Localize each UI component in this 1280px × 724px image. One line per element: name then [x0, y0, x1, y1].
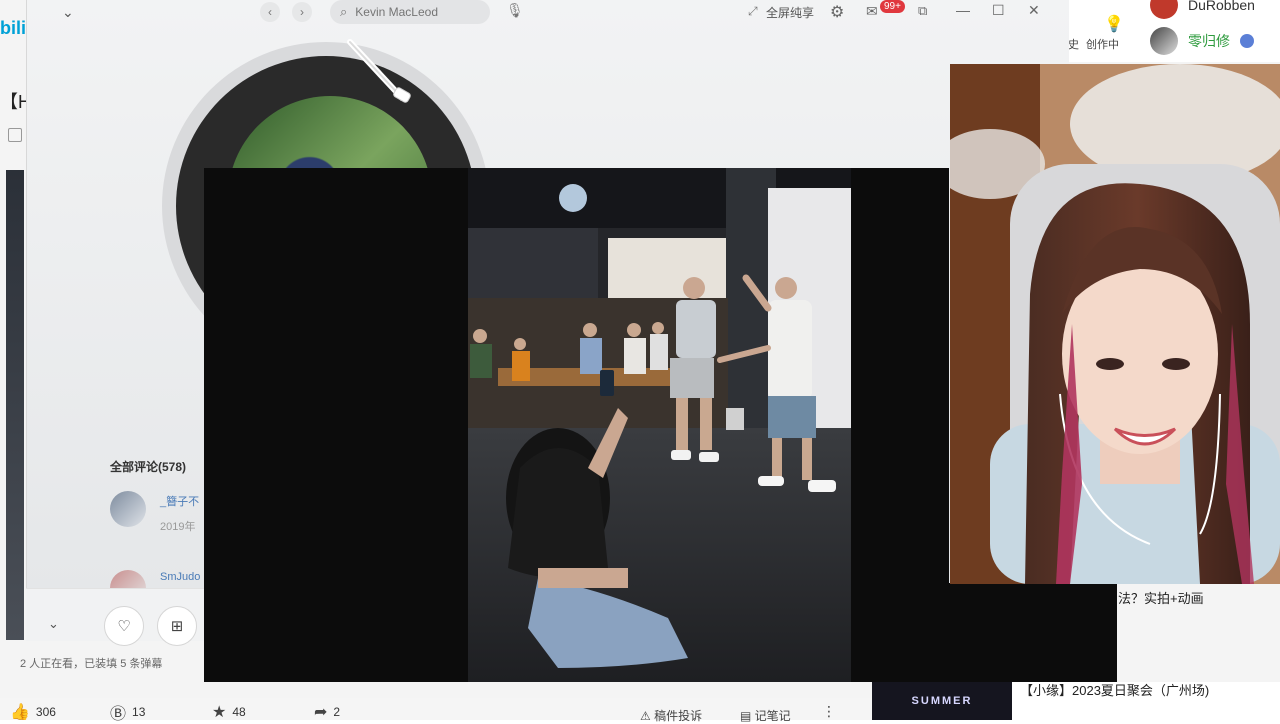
report-button[interactable]: ⚠ 稿件投诉 — [640, 707, 702, 724]
streamer-webcam — [950, 64, 1280, 584]
recommended-video-thumbnail[interactable]: SUMMER — [872, 682, 1012, 720]
creator-center-label[interactable]: 创作中 — [1086, 36, 1119, 52]
like-song-button[interactable]: ♡ — [104, 606, 144, 646]
report-label: 稿件投诉 — [654, 709, 703, 723]
more-options-icon[interactable]: ⋮ — [822, 703, 836, 720]
chevron-down-icon[interactable]: ⌄ — [62, 4, 78, 20]
user-row[interactable]: DuRobben — [1150, 0, 1255, 20]
avatar[interactable] — [110, 491, 146, 527]
search-input[interactable] — [353, 4, 478, 20]
heart-icon: ♡ — [117, 618, 131, 635]
user-row[interactable]: 零归修 — [1150, 26, 1254, 56]
notes-label: 记笔记 — [754, 709, 791, 723]
back-button[interactable]: ‹ — [260, 2, 280, 22]
maximize-icon[interactable]: ☐ — [992, 2, 1005, 19]
image-viewer-overlay-extension — [949, 583, 1117, 682]
mail-badge: 99+ — [880, 0, 905, 13]
close-icon[interactable]: ✕ — [1028, 2, 1040, 19]
dance-photo — [468, 168, 851, 682]
fullscreen-icon[interactable]: ⤢ — [748, 4, 758, 19]
verified-badge-icon — [1240, 34, 1254, 48]
add-icon: ⊞ — [170, 618, 184, 635]
bilibili-logo[interactable]: bili — [0, 18, 28, 48]
video-thumbnail-strip — [6, 170, 24, 640]
playlist-icon — [8, 128, 22, 142]
recommended-video-title[interactable]: 【小缘】2023夏日聚会（广州场) — [1020, 682, 1240, 700]
mail-icon[interactable]: ✉ — [866, 3, 878, 20]
share-count: 2 — [333, 705, 341, 719]
comment-author[interactable]: SmJudo — [160, 571, 200, 583]
avatar — [1150, 0, 1178, 19]
viewer-status-text: 2 人正在看，已装填 5 条弹幕 — [20, 658, 163, 670]
comments-header: 全部评论(578) — [110, 460, 187, 474]
recommended-video-title[interactable]: 法？实拍+动画 — [1118, 588, 1204, 607]
add-to-playlist-button[interactable]: ⊞ — [157, 606, 197, 646]
search-box[interactable]: ⌕ — [330, 0, 490, 24]
header-history-label[interactable]: 史 — [1068, 36, 1079, 52]
like-button[interactable]: 👍 306 — [10, 703, 56, 721]
coin-button[interactable]: Ⓑ 13 — [110, 703, 146, 723]
user-name: DuRobben — [1188, 0, 1255, 13]
fullscreen-label[interactable]: 全屏纯享 — [766, 4, 814, 21]
star-icon: ★ — [212, 704, 227, 721]
microphone-icon[interactable]: 🎙 — [506, 2, 524, 19]
share-icon: ➦ — [314, 704, 328, 721]
search-icon: ⌕ — [340, 4, 348, 19]
mini-mode-icon[interactable]: ⧉ — [918, 3, 927, 19]
coin-icon: Ⓑ — [110, 706, 127, 723]
minimize-icon[interactable]: — — [956, 2, 970, 18]
chevron-down-icon[interactable]: ⌄ — [48, 616, 59, 632]
video-title-fragment: 【H — [0, 92, 26, 112]
coin-count: 13 — [132, 705, 146, 719]
favorite-count: 48 — [232, 705, 246, 719]
like-count: 306 — [35, 705, 56, 719]
tonearm-icon — [347, 39, 411, 106]
gear-icon[interactable]: ⚙ — [830, 2, 844, 22]
favorite-button[interactable]: ★ 48 — [212, 703, 246, 721]
notes-button[interactable]: ▤ 记笔记 — [740, 707, 791, 724]
forward-button[interactable]: › — [292, 2, 312, 22]
comment-date: 2019年 — [160, 521, 196, 533]
avatar — [1150, 27, 1178, 55]
user-name: 零归修 — [1188, 33, 1230, 49]
share-button[interactable]: ➦ 2 — [314, 703, 340, 721]
thumb-up-icon: 👍 — [10, 704, 30, 721]
comment-author[interactable]: _簪子不 — [160, 493, 199, 509]
